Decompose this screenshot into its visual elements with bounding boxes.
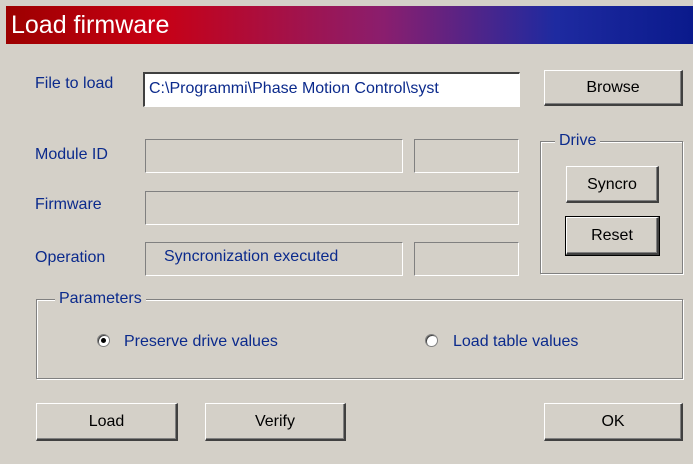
- load-table-values-label[interactable]: Load table values: [453, 332, 578, 352]
- load-table-values-radio[interactable]: [425, 334, 438, 347]
- browse-button[interactable]: Browse: [544, 70, 683, 106]
- firmware-field: [145, 191, 519, 225]
- load-button[interactable]: Load: [36, 403, 178, 441]
- preserve-drive-values-label[interactable]: Preserve drive values: [124, 332, 278, 352]
- window-title: Load firmware: [11, 11, 170, 39]
- file-to-load-label: File to load: [35, 75, 114, 92]
- operation-status-field: Syncronization executed: [145, 242, 403, 276]
- module-id-field: [145, 139, 403, 173]
- parameters-legend: Parameters: [55, 289, 146, 309]
- module-id-field-2: [414, 139, 519, 173]
- drive-legend: Drive: [555, 131, 601, 151]
- preserve-drive-values-radio[interactable]: [97, 334, 110, 347]
- verify-button[interactable]: Verify: [205, 403, 346, 441]
- file-path-input[interactable]: C:\Programmi\Phase Motion Control\syst: [143, 72, 520, 107]
- title-bar: Load firmware: [6, 6, 693, 44]
- ok-button[interactable]: OK: [544, 403, 683, 441]
- reset-button[interactable]: Reset: [565, 216, 660, 256]
- operation-label: Operation: [35, 249, 106, 266]
- operation-field-2: [414, 242, 519, 276]
- radio-selected-dot: [101, 338, 106, 343]
- firmware-label: Firmware: [35, 196, 102, 213]
- module-id-label: Module ID: [35, 146, 108, 163]
- syncro-button[interactable]: Syncro: [566, 166, 659, 203]
